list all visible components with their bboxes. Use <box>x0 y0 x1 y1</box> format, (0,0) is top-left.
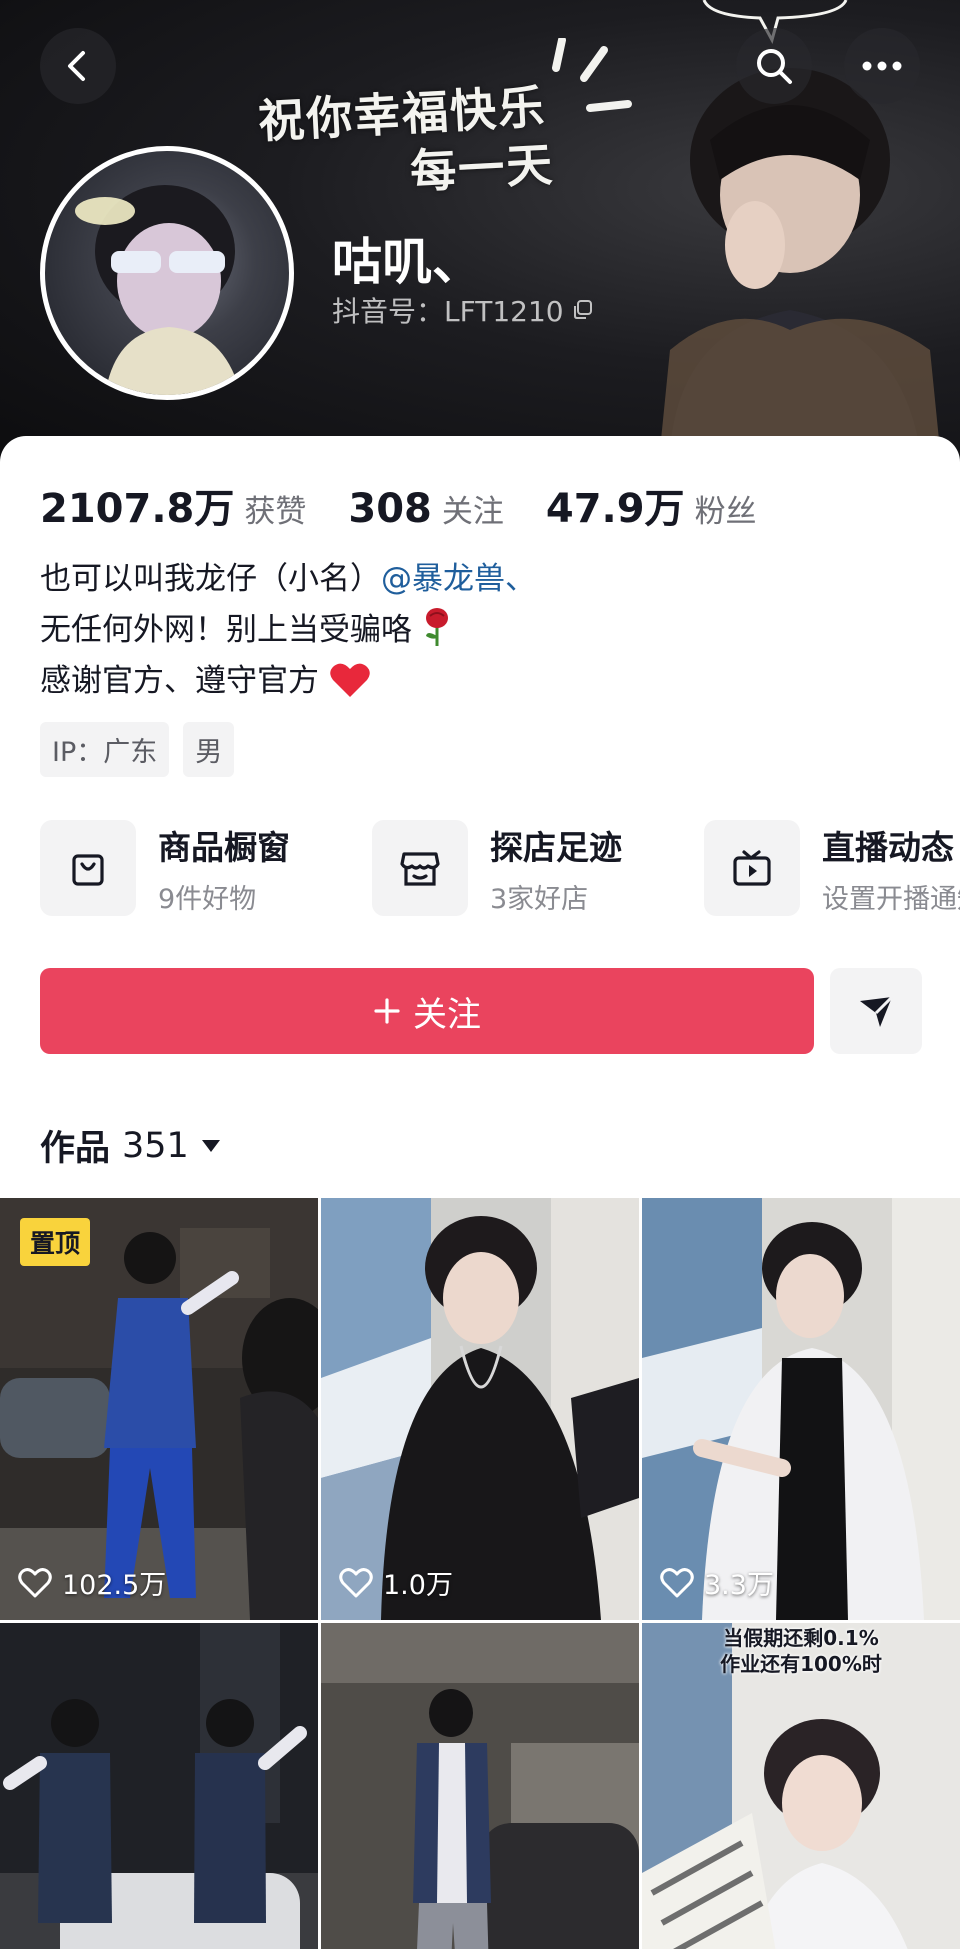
video-tile-3[interactable]: 3.3万 <box>642 1198 960 1620</box>
video-tile-4[interactable] <box>0 1623 318 1949</box>
video-tile-1[interactable]: 置顶 102.5万 <box>0 1198 318 1620</box>
service-live[interactable]: 直播动态 设置开播通知 <box>704 820 960 916</box>
stat-likes-value: 2107.8万 <box>40 486 235 532</box>
services-row: 商品橱窗 9件好物 探店足迹 3家好店 直播动态 设置开播通 <box>40 820 960 916</box>
heart-emoji-icon <box>330 663 370 697</box>
video-caption-6-line2: 作业还有100%时 <box>720 1652 882 1676</box>
bio-mention-link[interactable]: @暴龙兽、 <box>381 561 536 597</box>
stat-following-value: 308 <box>348 486 432 532</box>
service-store-visits[interactable]: 探店足迹 3家好店 <box>372 820 704 916</box>
profile-banner: 祝你幸福快乐 每一天 咕叽、 抖音号：LFT1210 <box>0 0 960 470</box>
video-thumbnail-2 <box>321 1198 639 1620</box>
bio-line-3-text: 感谢官方、遵守官方 <box>40 663 319 699</box>
message-button[interactable] <box>830 968 922 1054</box>
caret-down-icon <box>201 1139 220 1152</box>
stat-likes-label: 获赞 <box>244 494 307 530</box>
profile-nickname: 咕叽、 <box>332 233 482 291</box>
heart-outline-icon <box>18 1567 52 1597</box>
avatar-photo <box>75 185 241 395</box>
video-caption-6: 当假期还剩0.1% 作业还有100%时 <box>642 1625 960 1677</box>
douyin-id-text: 抖音号：LFT1210 <box>332 295 564 328</box>
back-button[interactable] <box>40 28 116 104</box>
bio-line-2-text: 无任何外网！别上当受骗咯 <box>40 612 412 648</box>
video-thumbnail-3 <box>642 1198 960 1620</box>
video-likes-2-count: 1.0万 <box>383 1570 453 1601</box>
profile-bio: 也可以叫我龙仔（小名）@暴龙兽、 无任何外网！别上当受骗咯 感谢官方、遵守官方 <box>40 554 536 707</box>
video-tile-2[interactable]: 1.0万 <box>321 1198 639 1620</box>
service-showcase-icon-box <box>40 820 136 916</box>
chevron-left-icon <box>68 51 85 81</box>
heart-outline-icon <box>339 1567 373 1597</box>
bio-line-3: 感谢官方、遵守官方 <box>40 656 536 707</box>
follow-button[interactable]: 关注 <box>40 968 814 1054</box>
search-icon <box>757 49 792 84</box>
send-icon <box>860 995 894 1027</box>
profile-tags: IP：广东 男 <box>40 722 235 777</box>
stats-row: 2107.8万 获赞 308 关注 47.9万 粉丝 <box>40 476 799 534</box>
video-likes-2: 1.0万 <box>339 1563 453 1602</box>
tag-ip-location: IP：广东 <box>40 722 170 777</box>
works-tab[interactable]: 作品 351 <box>40 1120 221 1171</box>
video-tile-6[interactable]: 当假期还剩0.1% 作业还有100%时 <box>642 1623 960 1949</box>
video-likes-1: 102.5万 <box>18 1563 166 1602</box>
pinned-badge: 置顶 <box>20 1218 91 1266</box>
shopping-bag-icon <box>72 854 104 886</box>
service-showcase-sub: 9件好物 <box>158 883 257 915</box>
decorative-sparkle-icon <box>552 38 632 112</box>
video-likes-3: 3.3万 <box>660 1563 774 1602</box>
douyin-id[interactable]: 抖音号：LFT1210 <box>332 290 594 330</box>
service-store-title: 探店足迹 <box>490 827 622 867</box>
search-button[interactable] <box>736 28 812 104</box>
bio-line-2: 无任何外网！别上当受骗咯 <box>40 605 536 656</box>
service-live-title: 直播动态 <box>822 827 954 867</box>
avatar[interactable] <box>40 146 294 400</box>
video-tile-5[interactable] <box>321 1623 639 1949</box>
more-dots-icon <box>862 61 902 71</box>
service-store-icon-box <box>372 820 468 916</box>
heart-outline-icon <box>660 1567 694 1597</box>
video-likes-3-count: 3.3万 <box>704 1570 774 1601</box>
works-tab-label: 作品 <box>40 1129 111 1169</box>
service-store-text: 探店足迹 3家好店 <box>490 821 622 916</box>
tv-play-icon <box>733 850 771 886</box>
bio-line-1: 也可以叫我龙仔（小名）@暴龙兽、 <box>40 554 536 605</box>
video-thumbnail-5 <box>321 1623 639 1949</box>
service-store-sub: 3家好店 <box>490 883 589 915</box>
service-live-icon-box <box>704 820 800 916</box>
service-showcase[interactable]: 商品橱窗 9件好物 <box>40 820 372 916</box>
stat-likes[interactable]: 2107.8万 获赞 <box>40 476 306 534</box>
store-icon <box>400 852 440 886</box>
follow-button-label: 关注 <box>413 994 481 1035</box>
video-caption-6-line1: 当假期还剩0.1% <box>723 1626 879 1650</box>
stat-followers-value: 47.9万 <box>545 486 685 532</box>
banner-text-line2: 每一天 <box>408 137 556 199</box>
stat-following-label: 关注 <box>441 494 504 530</box>
stat-following[interactable]: 308 关注 <box>348 486 504 532</box>
rose-emoji-icon <box>425 608 448 646</box>
works-tab-count: 351 <box>122 1125 189 1166</box>
more-button[interactable] <box>844 28 920 104</box>
service-showcase-text: 商品橱窗 9件好物 <box>158 821 290 916</box>
video-thumbnail-4 <box>0 1623 318 1949</box>
service-live-text: 直播动态 设置开播通知 <box>822 821 960 916</box>
service-showcase-title: 商品橱窗 <box>158 827 290 867</box>
tag-gender: 男 <box>183 722 235 777</box>
stat-followers-label: 粉丝 <box>694 494 757 530</box>
service-live-sub: 设置开播通知 <box>822 883 960 915</box>
stat-followers[interactable]: 47.9万 粉丝 <box>546 476 757 534</box>
plus-icon <box>374 998 400 1024</box>
copy-icon[interactable] <box>572 299 594 321</box>
bio-line-1-text: 也可以叫我龙仔（小名） <box>40 561 381 597</box>
video-likes-1-count: 102.5万 <box>62 1570 167 1601</box>
